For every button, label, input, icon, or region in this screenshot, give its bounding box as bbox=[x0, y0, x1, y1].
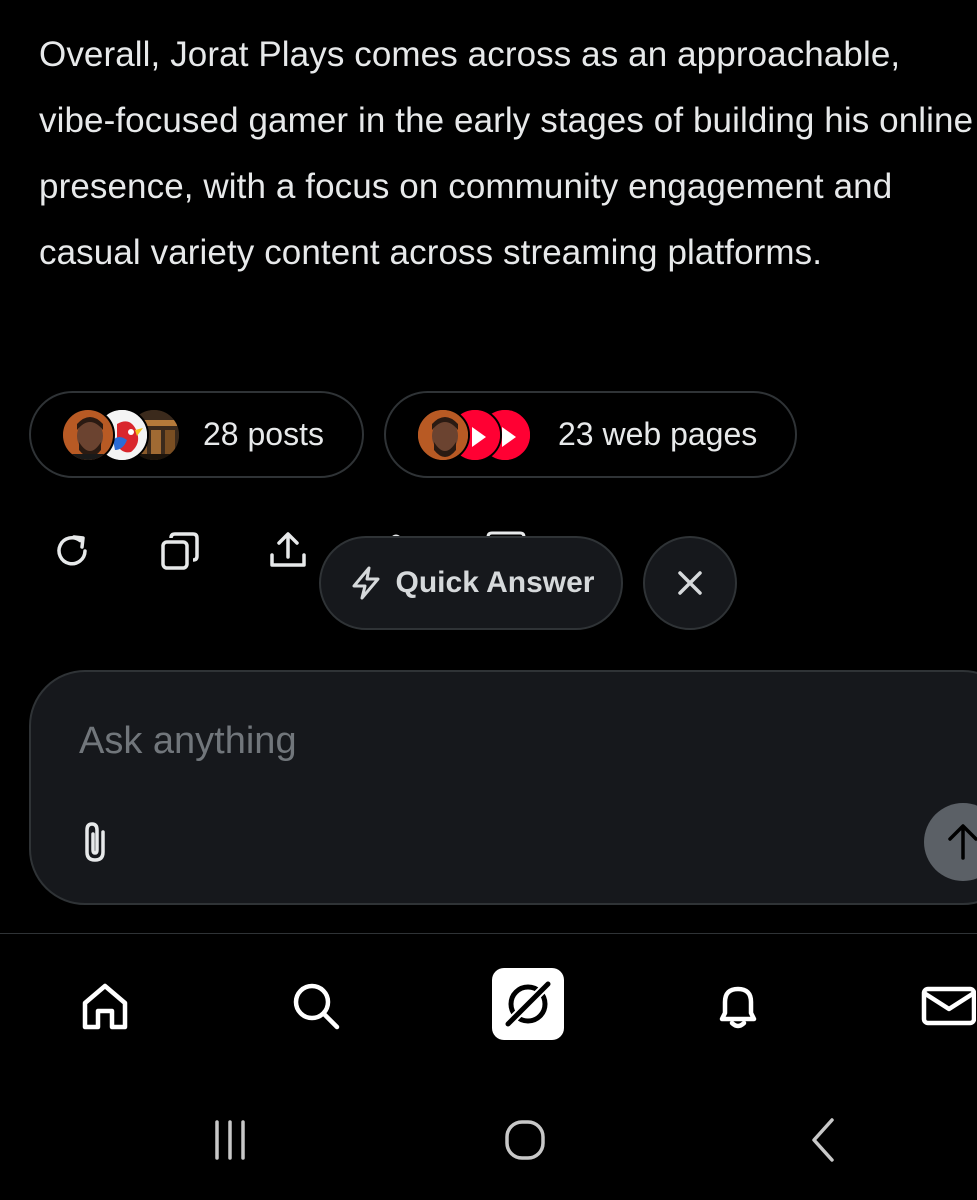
posts-count-label: 28 posts bbox=[203, 416, 324, 452]
web-sources-button[interactable]: 23 web pages bbox=[384, 391, 797, 478]
mail-icon bbox=[921, 986, 976, 1026]
web-pages-count-label: 23 web pages bbox=[558, 416, 758, 452]
home-circle-icon bbox=[505, 1120, 545, 1160]
answer-text: Overall, Jorat Plays comes across as an … bbox=[39, 35, 974, 272]
posts-avatar-stack bbox=[61, 406, 181, 464]
recents-button[interactable] bbox=[200, 1112, 260, 1168]
avatar bbox=[61, 407, 115, 462]
system-home-button[interactable] bbox=[495, 1112, 555, 1168]
web-avatar-stack bbox=[416, 406, 534, 464]
composer: Ask anything bbox=[29, 670, 977, 905]
ask-input[interactable]: Ask anything bbox=[79, 720, 297, 763]
back-button[interactable] bbox=[792, 1112, 852, 1168]
quick-answer-label: Quick Answer bbox=[395, 566, 595, 599]
recents-icon bbox=[215, 1120, 245, 1160]
nav-divider bbox=[0, 933, 977, 934]
copy-icon bbox=[161, 532, 199, 570]
search-icon bbox=[293, 983, 340, 1030]
nav-home[interactable] bbox=[71, 972, 139, 1040]
share-button[interactable] bbox=[265, 528, 311, 574]
nav-search[interactable] bbox=[282, 972, 350, 1040]
share-icon bbox=[270, 532, 306, 567]
home-icon bbox=[82, 983, 128, 1030]
send-button[interactable] bbox=[924, 803, 977, 881]
attach-button[interactable] bbox=[75, 818, 115, 866]
back-icon bbox=[812, 1118, 834, 1162]
close-icon bbox=[678, 571, 702, 595]
paperclip-icon bbox=[85, 822, 105, 862]
bell-icon bbox=[719, 986, 757, 1029]
nav-messages[interactable] bbox=[918, 972, 977, 1040]
grok-icon bbox=[504, 980, 552, 1028]
avatar bbox=[416, 407, 470, 462]
posts-sources-button[interactable]: 28 posts bbox=[29, 391, 364, 478]
regenerate-button[interactable] bbox=[49, 528, 95, 574]
refresh-icon bbox=[57, 535, 87, 566]
nav-notifications[interactable] bbox=[704, 972, 772, 1040]
quick-answer-button[interactable]: Quick Answer bbox=[319, 536, 623, 630]
nav-grok[interactable] bbox=[492, 968, 564, 1040]
copy-button[interactable] bbox=[157, 528, 203, 574]
arrow-up-icon bbox=[948, 824, 977, 860]
lightning-icon bbox=[352, 566, 380, 600]
close-button[interactable] bbox=[643, 536, 737, 630]
